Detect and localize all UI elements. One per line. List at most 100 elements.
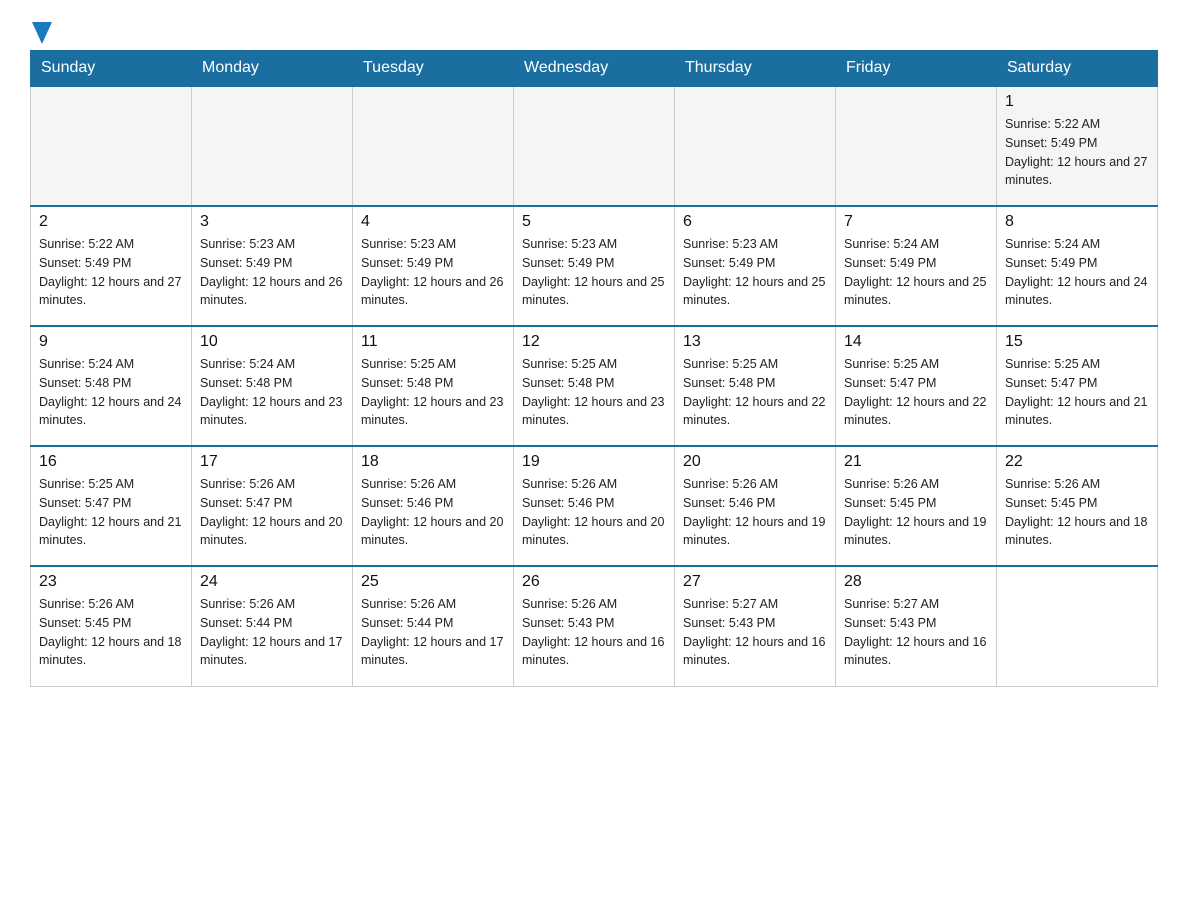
calendar-cell: 19 Sunrise: 5:26 AMSunset: 5:46 PMDayligh… (514, 446, 675, 566)
calendar-cell: 3 Sunrise: 5:23 AMSunset: 5:49 PMDaylight… (192, 206, 353, 326)
day-number: 2 (39, 213, 183, 231)
logo-triangle-icon (32, 22, 52, 44)
day-number: 6 (683, 213, 827, 231)
day-number: 9 (39, 333, 183, 351)
calendar-cell: 18 Sunrise: 5:26 AMSunset: 5:46 PMDayligh… (353, 446, 514, 566)
calendar-cell: 23 Sunrise: 5:26 AMSunset: 5:45 PMDayligh… (31, 566, 192, 686)
calendar-cell: 11 Sunrise: 5:25 AMSunset: 5:48 PMDayligh… (353, 326, 514, 446)
day-number: 4 (361, 213, 505, 231)
day-info: Sunrise: 5:26 AMSunset: 5:44 PMDaylight:… (200, 595, 344, 670)
calendar-cell: 10 Sunrise: 5:24 AMSunset: 5:48 PMDayligh… (192, 326, 353, 446)
day-number: 16 (39, 453, 183, 471)
day-info: Sunrise: 5:25 AMSunset: 5:47 PMDaylight:… (1005, 355, 1149, 430)
day-info: Sunrise: 5:24 AMSunset: 5:49 PMDaylight:… (1005, 235, 1149, 310)
calendar-cell: 15 Sunrise: 5:25 AMSunset: 5:47 PMDayligh… (997, 326, 1158, 446)
calendar-cell (675, 86, 836, 206)
calendar-cell (353, 86, 514, 206)
calendar-cell: 12 Sunrise: 5:25 AMSunset: 5:48 PMDayligh… (514, 326, 675, 446)
calendar-week-2: 2 Sunrise: 5:22 AMSunset: 5:49 PMDaylight… (31, 206, 1158, 326)
calendar-cell: 5 Sunrise: 5:23 AMSunset: 5:49 PMDaylight… (514, 206, 675, 326)
day-number: 7 (844, 213, 988, 231)
column-header-friday: Friday (836, 51, 997, 87)
day-info: Sunrise: 5:25 AMSunset: 5:48 PMDaylight:… (683, 355, 827, 430)
column-header-wednesday: Wednesday (514, 51, 675, 87)
column-header-saturday: Saturday (997, 51, 1158, 87)
day-info: Sunrise: 5:23 AMSunset: 5:49 PMDaylight:… (522, 235, 666, 310)
day-number: 15 (1005, 333, 1149, 351)
day-number: 5 (522, 213, 666, 231)
day-info: Sunrise: 5:25 AMSunset: 5:48 PMDaylight:… (522, 355, 666, 430)
day-number: 19 (522, 453, 666, 471)
day-number: 25 (361, 573, 505, 591)
calendar-cell: 14 Sunrise: 5:25 AMSunset: 5:47 PMDayligh… (836, 326, 997, 446)
day-info: Sunrise: 5:26 AMSunset: 5:45 PMDaylight:… (39, 595, 183, 670)
day-number: 21 (844, 453, 988, 471)
day-number: 12 (522, 333, 666, 351)
calendar-cell: 21Sunrise: 5:26 AMSunset: 5:45 PMDayligh… (836, 446, 997, 566)
day-number: 22 (1005, 453, 1149, 471)
column-header-thursday: Thursday (675, 51, 836, 87)
calendar-cell (836, 86, 997, 206)
calendar-cell (997, 566, 1158, 686)
logo (30, 20, 52, 40)
calendar-cell: 2 Sunrise: 5:22 AMSunset: 5:49 PMDaylight… (31, 206, 192, 326)
day-info: Sunrise: 5:23 AMSunset: 5:49 PMDaylight:… (361, 235, 505, 310)
day-info: Sunrise: 5:26 AMSunset: 5:46 PMDaylight:… (361, 475, 505, 550)
calendar-week-5: 23 Sunrise: 5:26 AMSunset: 5:45 PMDayligh… (31, 566, 1158, 686)
calendar-cell: 26 Sunrise: 5:26 AMSunset: 5:43 PMDayligh… (514, 566, 675, 686)
calendar-cell: 4 Sunrise: 5:23 AMSunset: 5:49 PMDaylight… (353, 206, 514, 326)
day-info: Sunrise: 5:24 AMSunset: 5:48 PMDaylight:… (39, 355, 183, 430)
column-header-tuesday: Tuesday (353, 51, 514, 87)
day-info: Sunrise: 5:26 AMSunset: 5:46 PMDaylight:… (522, 475, 666, 550)
calendar-week-4: 16 Sunrise: 5:25 AMSunset: 5:47 PMDayligh… (31, 446, 1158, 566)
day-info: Sunrise: 5:26 AMSunset: 5:46 PMDaylight:… (683, 475, 827, 550)
day-number: 14 (844, 333, 988, 351)
day-info: Sunrise: 5:23 AMSunset: 5:49 PMDaylight:… (683, 235, 827, 310)
calendar-cell: 20 Sunrise: 5:26 AMSunset: 5:46 PMDayligh… (675, 446, 836, 566)
day-number: 17 (200, 453, 344, 471)
day-info: Sunrise: 5:24 AMSunset: 5:48 PMDaylight:… (200, 355, 344, 430)
day-info: Sunrise: 5:22 AMSunset: 5:49 PMDaylight:… (39, 235, 183, 310)
calendar-week-1: 1 Sunrise: 5:22 AMSunset: 5:49 PMDaylight… (31, 86, 1158, 206)
day-info: Sunrise: 5:26 AMSunset: 5:43 PMDaylight:… (522, 595, 666, 670)
calendar-cell: 25Sunrise: 5:26 AMSunset: 5:44 PMDayligh… (353, 566, 514, 686)
day-info: Sunrise: 5:27 AMSunset: 5:43 PMDaylight:… (844, 595, 988, 670)
calendar-cell: 8 Sunrise: 5:24 AMSunset: 5:49 PMDaylight… (997, 206, 1158, 326)
calendar-cell (514, 86, 675, 206)
day-number: 20 (683, 453, 827, 471)
page-header (30, 20, 1158, 40)
calendar-cell (31, 86, 192, 206)
calendar-cell: 7 Sunrise: 5:24 AMSunset: 5:49 PMDaylight… (836, 206, 997, 326)
day-number: 10 (200, 333, 344, 351)
column-header-monday: Monday (192, 51, 353, 87)
day-number: 24 (200, 573, 344, 591)
day-number: 18 (361, 453, 505, 471)
calendar-cell: 24 Sunrise: 5:26 AMSunset: 5:44 PMDayligh… (192, 566, 353, 686)
day-number: 13 (683, 333, 827, 351)
day-number: 1 (1005, 93, 1149, 111)
calendar-table: SundayMondayTuesdayWednesdayThursdayFrid… (30, 50, 1158, 687)
day-info: Sunrise: 5:23 AMSunset: 5:49 PMDaylight:… (200, 235, 344, 310)
calendar-cell: 13 Sunrise: 5:25 AMSunset: 5:48 PMDayligh… (675, 326, 836, 446)
calendar-cell: 28Sunrise: 5:27 AMSunset: 5:43 PMDayligh… (836, 566, 997, 686)
calendar-cell: 1 Sunrise: 5:22 AMSunset: 5:49 PMDaylight… (997, 86, 1158, 206)
day-number: 27 (683, 573, 827, 591)
calendar-week-3: 9 Sunrise: 5:24 AMSunset: 5:48 PMDaylight… (31, 326, 1158, 446)
calendar-cell: 16 Sunrise: 5:25 AMSunset: 5:47 PMDayligh… (31, 446, 192, 566)
day-info: Sunrise: 5:24 AMSunset: 5:49 PMDaylight:… (844, 235, 988, 310)
day-number: 11 (361, 333, 505, 351)
day-number: 3 (200, 213, 344, 231)
calendar-cell: 6 Sunrise: 5:23 AMSunset: 5:49 PMDaylight… (675, 206, 836, 326)
day-number: 26 (522, 573, 666, 591)
day-number: 8 (1005, 213, 1149, 231)
day-info: Sunrise: 5:25 AMSunset: 5:47 PMDaylight:… (844, 355, 988, 430)
day-info: Sunrise: 5:25 AMSunset: 5:48 PMDaylight:… (361, 355, 505, 430)
day-info: Sunrise: 5:22 AMSunset: 5:49 PMDaylight:… (1005, 115, 1149, 190)
day-number: 23 (39, 573, 183, 591)
calendar-cell: 22Sunrise: 5:26 AMSunset: 5:45 PMDayligh… (997, 446, 1158, 566)
calendar-cell: 17 Sunrise: 5:26 AMSunset: 5:47 PMDayligh… (192, 446, 353, 566)
day-info: Sunrise: 5:25 AMSunset: 5:47 PMDaylight:… (39, 475, 183, 550)
calendar-cell (192, 86, 353, 206)
day-info: Sunrise: 5:27 AMSunset: 5:43 PMDaylight:… (683, 595, 827, 670)
day-info: Sunrise: 5:26 AMSunset: 5:47 PMDaylight:… (200, 475, 344, 550)
